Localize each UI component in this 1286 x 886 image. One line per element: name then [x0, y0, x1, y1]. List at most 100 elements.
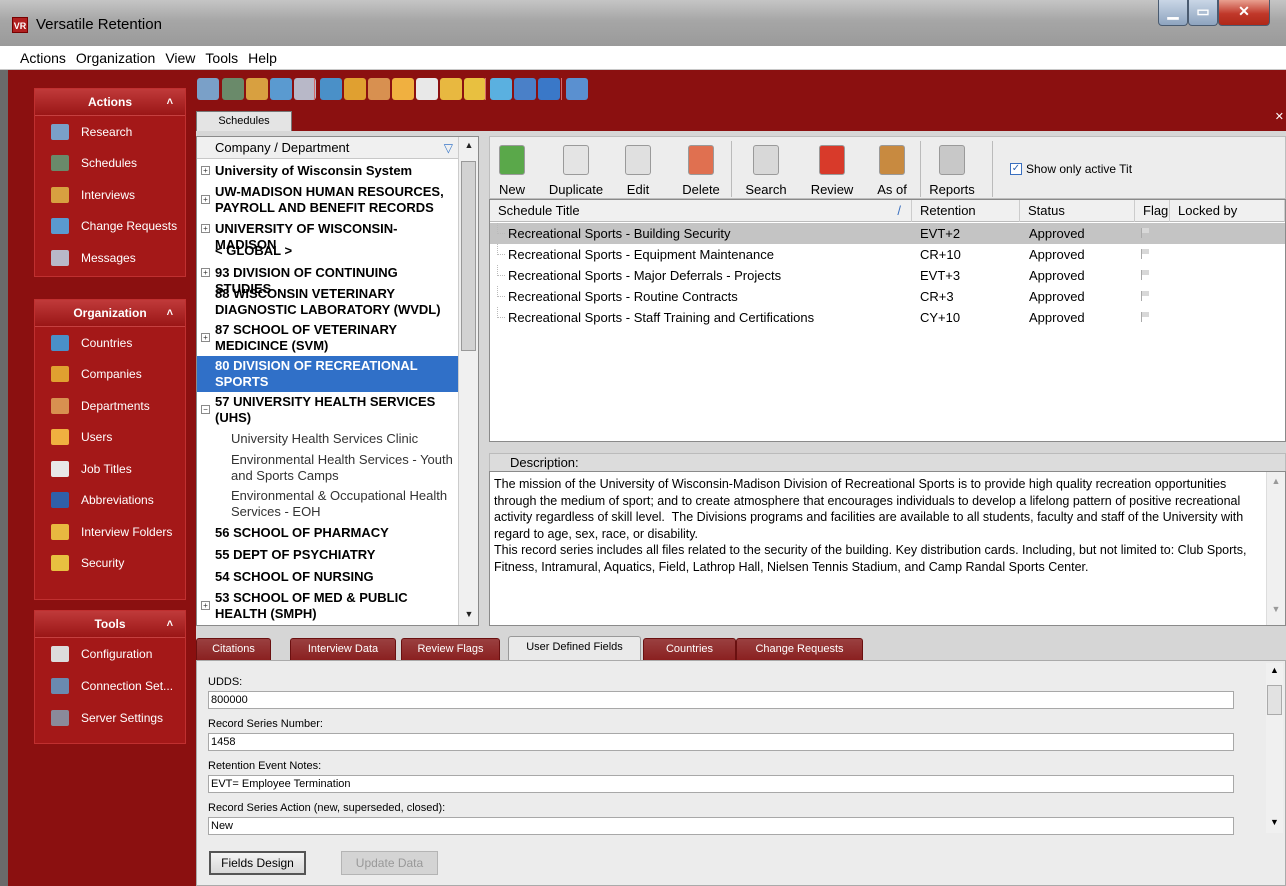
- scroll-thumb[interactable]: [461, 161, 476, 351]
- tab-countries[interactable]: Countries: [643, 638, 736, 660]
- as-of-button[interactable]: As of: [866, 137, 918, 200]
- table-row[interactable]: Recreational Sports - Routine Contracts C…: [490, 286, 1285, 307]
- table-row[interactable]: Recreational Sports - Staff Training and…: [490, 307, 1285, 328]
- description-scrollbar[interactable]: ▲ ▼: [1266, 472, 1285, 625]
- udds-field[interactable]: 800000: [208, 691, 1234, 709]
- column-header-retention[interactable]: Retention: [912, 200, 1020, 222]
- scroll-up-icon[interactable]: ▲: [1266, 665, 1283, 675]
- filter-icon[interactable]: ▽: [444, 137, 453, 159]
- help-icon[interactable]: [566, 78, 588, 100]
- tree-node[interactable]: 56 SCHOOL OF PHARMACY: [197, 522, 459, 544]
- search-button[interactable]: Search: [731, 137, 801, 200]
- flag-icon[interactable]: [1141, 291, 1150, 301]
- tab-change-requests[interactable]: Change Requests: [736, 638, 863, 660]
- menu-actions[interactable]: Actions: [0, 46, 71, 66]
- info-icon[interactable]: [538, 78, 560, 100]
- expand-icon[interactable]: +: [201, 224, 210, 233]
- menu-tools[interactable]: Tools: [200, 46, 243, 66]
- menu-organization[interactable]: Organization: [71, 46, 160, 66]
- change-requests-icon[interactable]: [270, 78, 292, 100]
- collapse-chevron-icon[interactable]: ˄: [167, 300, 173, 327]
- sidebar-item-departments[interactable]: Departments: [35, 390, 185, 422]
- job-titles-icon[interactable]: [416, 78, 438, 100]
- sidebar-item-messages[interactable]: Messages: [35, 242, 185, 274]
- table-row[interactable]: Recreational Sports - Major Deferrals - …: [490, 265, 1285, 286]
- collapse-chevron-icon[interactable]: ˄: [167, 89, 173, 116]
- column-header-schedule-title[interactable]: Schedule Title /: [490, 200, 912, 222]
- tree-node[interactable]: 88 WISCONSIN VETERINARY DIAGNOSTIC LABOR…: [197, 284, 459, 320]
- tree-node[interactable]: 55 DEPT OF PSYCHIATRY: [197, 544, 459, 566]
- show-active-checkbox[interactable]: ✓ Show only active Tit: [1010, 162, 1132, 176]
- scroll-down-icon[interactable]: ▼: [1267, 604, 1285, 614]
- sidebar-item-configuration[interactable]: Configuration: [35, 638, 185, 670]
- retention-event-notes-field[interactable]: EVT= Employee Termination: [208, 775, 1234, 793]
- fields-scrollbar[interactable]: ▲ ▼: [1266, 663, 1283, 833]
- flag-icon[interactable]: [1141, 249, 1150, 259]
- maximize-button[interactable]: ▭: [1188, 0, 1218, 26]
- scroll-up-icon[interactable]: ▲: [1267, 476, 1285, 486]
- sidebar-header-organization[interactable]: Organization ˄: [35, 300, 185, 327]
- menu-help[interactable]: Help: [243, 46, 282, 66]
- tree-node[interactable]: 80 DIVISION OF RECREATIONAL SPORTS: [197, 356, 459, 392]
- tree-node[interactable]: +93 DIVISION OF CONTINUING STUDIES: [197, 262, 459, 296]
- tree-scrollbar[interactable]: ▲ ▼: [458, 137, 478, 625]
- record-series-number-field[interactable]: 1458: [208, 733, 1234, 751]
- interviews-icon[interactable]: [246, 78, 268, 100]
- checkbox-box[interactable]: ✓: [1010, 163, 1022, 175]
- sidebar-header-tools[interactable]: Tools ˄: [35, 611, 185, 638]
- expand-icon[interactable]: +: [201, 195, 210, 204]
- sidebar-item-schedules[interactable]: Schedules: [35, 148, 185, 180]
- tab-interview-data[interactable]: Interview Data: [290, 638, 396, 660]
- sidebar-item-security[interactable]: Security: [35, 548, 185, 580]
- tree-child-node[interactable]: Environmental Health Services - Youth an…: [197, 450, 459, 486]
- expand-icon[interactable]: +: [201, 333, 210, 342]
- sidebar-item-abbreviations[interactable]: Abbreviations: [35, 485, 185, 517]
- sidebar-item-server-settings[interactable]: Server Settings: [35, 702, 185, 734]
- scroll-thumb[interactable]: [1267, 685, 1282, 715]
- folders-icon[interactable]: [440, 78, 462, 100]
- companies-icon[interactable]: [344, 78, 366, 100]
- departments-icon[interactable]: [368, 78, 390, 100]
- menu-view[interactable]: View: [160, 46, 200, 66]
- sidebar-header-actions[interactable]: Actions ˄: [35, 89, 185, 116]
- column-header-status[interactable]: Status: [1020, 200, 1135, 222]
- column-header-flag[interactable]: Flag: [1135, 200, 1170, 222]
- globe-icon[interactable]: [320, 78, 342, 100]
- scroll-down-icon[interactable]: ▼: [462, 609, 476, 623]
- tab-review-flags[interactable]: Review Flags: [401, 638, 500, 660]
- tree-node[interactable]: −57 UNIVERSITY HEALTH SERVICES (UHS): [197, 392, 459, 428]
- reports-button[interactable]: Reports: [920, 137, 984, 200]
- new-button[interactable]: New: [490, 137, 534, 200]
- sidebar-item-companies[interactable]: Companies: [35, 359, 185, 391]
- tree-node[interactable]: + University of Wisconsin System: [197, 160, 459, 182]
- monitor-icon[interactable]: [514, 78, 536, 100]
- sidebar-item-interviews[interactable]: Interviews: [35, 179, 185, 211]
- tab-schedules[interactable]: Schedules: [196, 111, 292, 131]
- column-header-locked-by[interactable]: Locked by: [1170, 200, 1285, 222]
- expand-icon[interactable]: +: [201, 601, 210, 610]
- sidebar-item-research[interactable]: Research: [35, 116, 185, 148]
- flag-icon[interactable]: [1141, 312, 1150, 322]
- research-icon[interactable]: [197, 78, 219, 100]
- update-data-button[interactable]: Update Data: [341, 851, 438, 875]
- sidebar-item-connection-set[interactable]: Connection Set...: [35, 670, 185, 702]
- tree-node[interactable]: < GLOBAL >: [197, 240, 459, 262]
- tree-node[interactable]: 54 SCHOOL OF NURSING: [197, 566, 459, 588]
- sidebar-item-users[interactable]: Users: [35, 422, 185, 454]
- tree-node[interactable]: +87 SCHOOL OF VETERINARY MEDICINCE (SVM): [197, 320, 459, 356]
- tab-citations[interactable]: Citations: [196, 638, 271, 660]
- collapse-icon[interactable]: −: [201, 405, 210, 414]
- tab-user-defined-fields[interactable]: User Defined Fields: [508, 636, 641, 660]
- scroll-down-icon[interactable]: ▼: [1266, 817, 1283, 827]
- tree-child-node[interactable]: Environmental & Occupational Health Serv…: [197, 486, 459, 522]
- scroll-up-icon[interactable]: ▲: [462, 140, 476, 154]
- tree-node[interactable]: + UW-MADISON HUMAN RESOURCES, PAYROLL AND…: [197, 182, 459, 218]
- tree-node[interactable]: +53 SCHOOL OF MED & PUBLIC HEALTH (SMPH): [197, 588, 459, 624]
- minimize-button[interactable]: ▁: [1158, 0, 1188, 26]
- key-icon[interactable]: [464, 78, 486, 100]
- tree-child-node[interactable]: University Health Services Clinic: [197, 428, 459, 450]
- flag-icon[interactable]: [1141, 228, 1150, 238]
- messages-icon[interactable]: [294, 78, 316, 100]
- sidebar-item-interview-folders[interactable]: Interview Folders: [35, 516, 185, 548]
- sidebar-item-job-titles[interactable]: Job Titles: [35, 453, 185, 485]
